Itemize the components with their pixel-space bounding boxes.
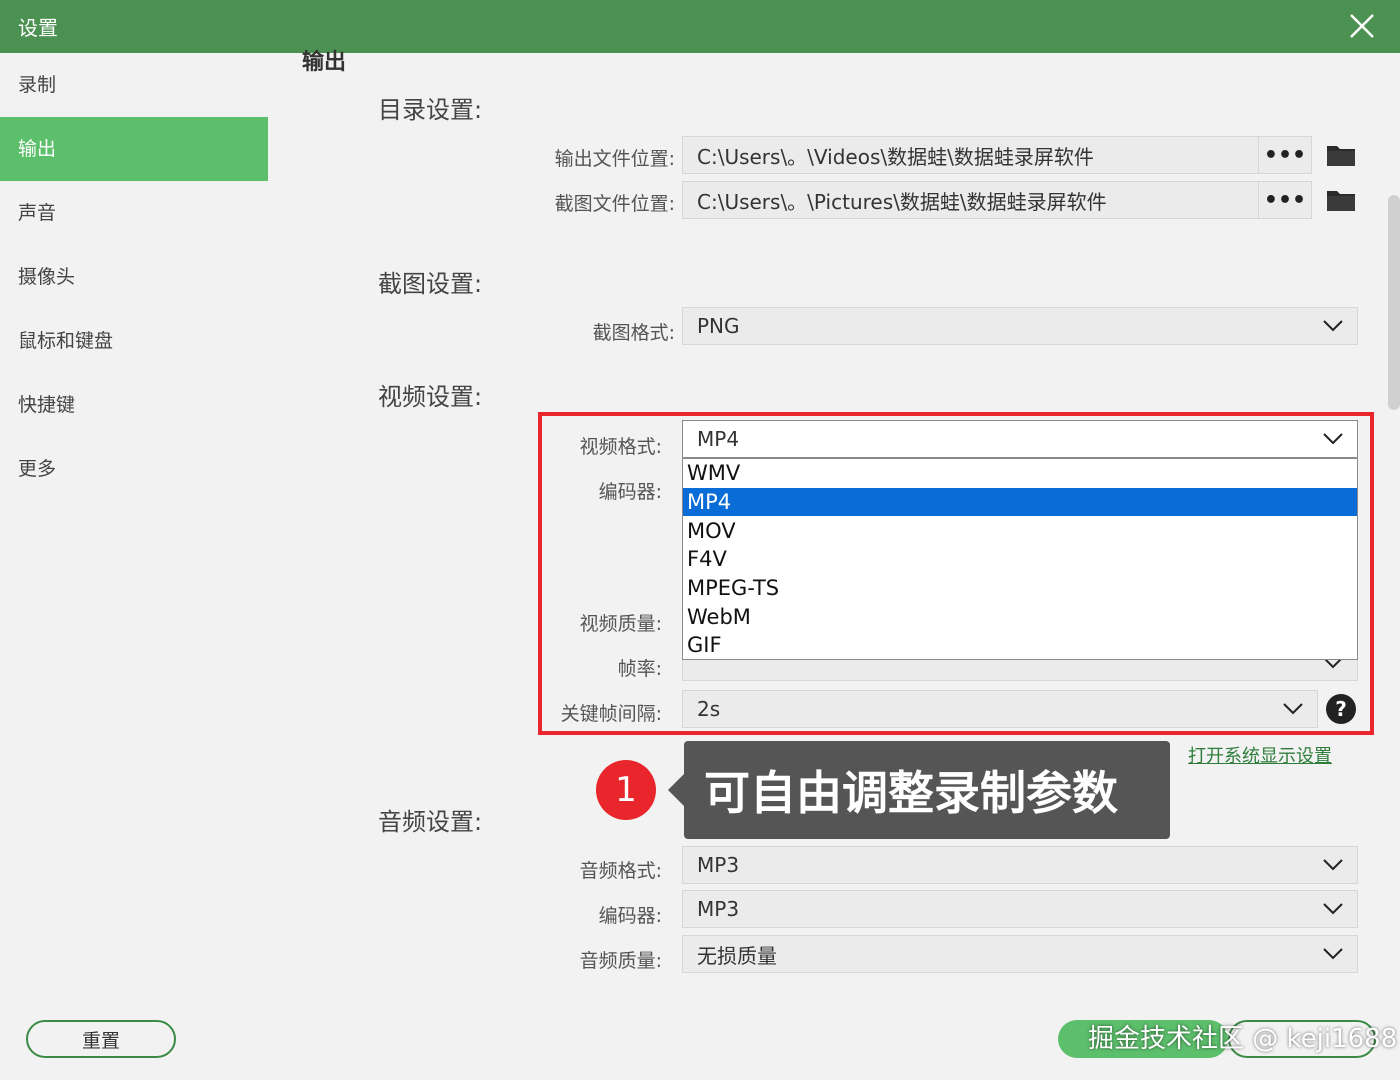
keyframe-interval-label: 关键帧间隔: xyxy=(560,703,662,725)
screenshot-format-select[interactable]: PNG xyxy=(682,307,1358,345)
screenshot-format-value: PNG xyxy=(697,314,740,338)
folder-icon[interactable] xyxy=(1326,143,1356,167)
display-settings-link[interactable]: 打开系统显示设置 xyxy=(1188,742,1332,768)
frame-rate-label: 帧率: xyxy=(617,658,662,680)
chevron-down-icon xyxy=(1323,903,1343,915)
video-format-value: MP4 xyxy=(697,427,740,451)
video-format-label: 视频格式: xyxy=(579,436,662,458)
annotation-callout: 可自由调整录制参数 xyxy=(684,741,1170,839)
video-section-heading: 视频设置: xyxy=(378,383,483,411)
sidebar-item-record[interactable]: 录制 xyxy=(0,53,268,117)
audio-format-label: 音频格式: xyxy=(579,860,662,882)
output-location-value: C:\Users\。\Videos\数据蛙\数据蛙录屏软件 xyxy=(697,144,1094,169)
sidebar-item-sound[interactable]: 声音 xyxy=(0,181,268,245)
more-icon: ••• xyxy=(1263,142,1307,168)
option-mov[interactable]: MOV xyxy=(683,517,1357,545)
audio-quality-value: 无损质量 xyxy=(697,943,777,968)
sidebar-item-label: 摄像头 xyxy=(18,266,76,288)
close-icon[interactable] xyxy=(1346,10,1378,42)
more-icon: ••• xyxy=(1263,187,1307,213)
chevron-down-icon xyxy=(1283,703,1303,715)
audio-encoder-value: MP3 xyxy=(697,897,740,921)
video-quality-label: 视频质量: xyxy=(579,613,662,635)
sidebar-item-mouse-keyboard[interactable]: 鼠标和键盘 xyxy=(0,309,268,373)
audio-encoder-select[interactable]: MP3 xyxy=(682,890,1358,928)
option-f4v[interactable]: F4V xyxy=(683,545,1357,573)
screenshot-location-input[interactable]: C:\Users\。\Pictures\数据蛙\数据蛙录屏软件 xyxy=(682,181,1260,219)
page-title: 输出 xyxy=(302,50,347,75)
help-icon[interactable]: ? xyxy=(1326,694,1356,724)
sidebar-item-label: 鼠标和键盘 xyxy=(18,330,114,352)
screenshot-location-label: 截图文件位置: xyxy=(554,193,675,215)
chevron-down-icon xyxy=(1323,433,1343,445)
video-format-select[interactable]: MP4 xyxy=(682,420,1358,458)
audio-section-heading: 音频设置: xyxy=(378,808,483,836)
chevron-down-icon xyxy=(1323,320,1343,332)
reset-button[interactable]: 重置 xyxy=(26,1020,176,1058)
screenshot-format-label: 截图格式: xyxy=(592,322,675,344)
option-gif[interactable]: GIF xyxy=(683,631,1357,659)
sidebar-item-label: 输出 xyxy=(18,138,57,160)
watermark: 掘金技术社区 @ keji1688 xyxy=(1088,1024,1398,1054)
step-badge: 1 xyxy=(596,760,656,820)
sidebar-item-output[interactable]: 输出 xyxy=(0,117,268,181)
sidebar-item-label: 更多 xyxy=(18,458,57,480)
output-location-label: 输出文件位置: xyxy=(554,148,675,170)
sidebar-item-label: 录制 xyxy=(18,74,57,96)
screenshot-section-heading: 截图设置: xyxy=(378,270,483,298)
screenshot-location-value: C:\Users\。\Pictures\数据蛙\数据蛙录屏软件 xyxy=(697,189,1107,214)
audio-encoder-label: 编码器: xyxy=(598,905,662,927)
video-encoder-label: 编码器: xyxy=(598,481,662,503)
chevron-down-icon xyxy=(1323,948,1343,960)
folder-icon[interactable] xyxy=(1326,188,1356,212)
video-format-options: WMV MP4 MOV F4V MPEG-TS WebM GIF xyxy=(682,458,1358,660)
chevron-down-icon xyxy=(1323,859,1343,871)
audio-quality-select[interactable]: 无损质量 xyxy=(682,935,1358,973)
output-browse-button[interactable]: ••• xyxy=(1258,136,1312,174)
audio-format-value: MP3 xyxy=(697,853,740,877)
annotation-text: 可自由调整录制参数 xyxy=(704,766,1118,820)
keyframe-interval-select[interactable]: 2s xyxy=(682,690,1318,728)
sidebar-item-label: 快捷键 xyxy=(18,394,76,416)
option-wmv[interactable]: WMV xyxy=(683,459,1357,487)
sidebar: 录制 输出 声音 摄像头 鼠标和键盘 快捷键 更多 xyxy=(0,53,268,1080)
audio-format-select[interactable]: MP3 xyxy=(682,846,1358,884)
title-bar: 设置 xyxy=(0,0,1400,53)
keyframe-interval-value: 2s xyxy=(697,697,721,721)
option-mpeg-ts[interactable]: MPEG-TS xyxy=(683,574,1357,602)
sidebar-item-camera[interactable]: 摄像头 xyxy=(0,245,268,309)
window-title: 设置 xyxy=(18,16,58,40)
audio-quality-label: 音频质量: xyxy=(579,950,662,972)
option-mp4[interactable]: MP4 xyxy=(683,488,1357,516)
directory-section-heading: 目录设置: xyxy=(378,96,483,124)
screenshot-browse-button[interactable]: ••• xyxy=(1258,181,1312,219)
output-location-input[interactable]: C:\Users\。\Videos\数据蛙\数据蛙录屏软件 xyxy=(682,136,1260,174)
sidebar-item-more[interactable]: 更多 xyxy=(0,437,268,501)
scrollbar-thumb[interactable] xyxy=(1388,195,1400,410)
sidebar-item-hotkeys[interactable]: 快捷键 xyxy=(0,373,268,437)
reset-button-label: 重置 xyxy=(81,1029,120,1052)
sidebar-item-label: 声音 xyxy=(18,202,57,224)
option-webm[interactable]: WebM xyxy=(683,603,1357,631)
